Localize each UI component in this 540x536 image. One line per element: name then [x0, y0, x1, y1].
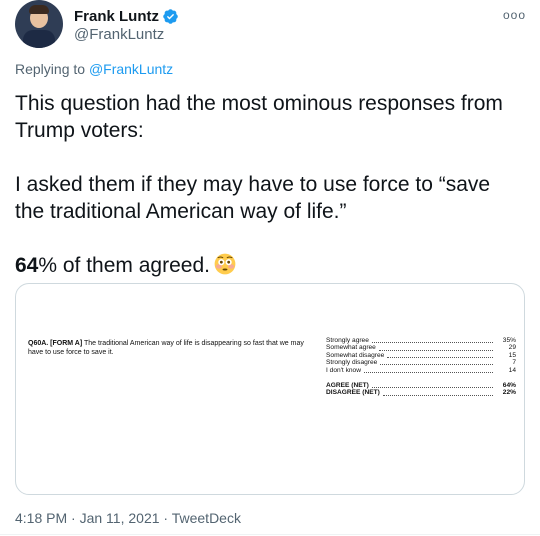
response-list: Strongly agree 35% Somewhat agree 29 Somew…: [326, 337, 516, 397]
verified-badge-icon: [163, 8, 178, 24]
question-text: Q60A. [FORM A] The traditional American …: [28, 339, 318, 357]
replying-to: Replying to @FrankLuntz: [15, 61, 173, 77]
footer-separator: ·: [71, 510, 76, 526]
tweet-paragraph-2: I asked them if they may have to use for…: [15, 173, 491, 223]
response-row: Strongly disagree 7: [326, 359, 516, 367]
replying-prefix: Replying to: [15, 61, 86, 77]
author-handle[interactable]: @FrankLuntz: [74, 26, 164, 43]
footer-separator: ·: [163, 510, 169, 526]
stat-rest: % of them agreed.: [38, 254, 210, 277]
response-row: I don't know 14: [326, 366, 516, 374]
tweet-paragraph-3: 64% of them agreed.: [15, 252, 525, 279]
net-row-agree: AGREE (NET) 64%: [326, 381, 516, 389]
flushed-face-emoji-icon: [214, 253, 236, 275]
question-label: Q60A. [FORM A]: [28, 340, 83, 347]
tweet-time[interactable]: 4:18 PM: [15, 510, 67, 526]
tweet-footer: 4:18 PM · Jan 11, 2021 · TweetDeck: [15, 510, 241, 526]
author-name-row[interactable]: Frank Luntz: [74, 6, 179, 26]
tweet: Frank Luntz @FrankLuntz ooo Replying to …: [0, 0, 540, 536]
more-options-icon[interactable]: ooo: [503, 8, 526, 22]
tweet-text: This question had the most ominous respo…: [15, 90, 525, 279]
survey-image-card[interactable]: Q60A. [FORM A] The traditional American …: [15, 283, 525, 495]
author-display-name[interactable]: Frank Luntz: [74, 8, 159, 25]
divider: [0, 534, 540, 535]
tweet-date[interactable]: Jan 11, 2021: [80, 510, 160, 526]
response-row: Strongly agree 35%: [326, 337, 516, 344]
stat-number: 64: [15, 254, 39, 277]
response-row: Somewhat disagree 15: [326, 351, 516, 359]
replying-to-link[interactable]: @FrankLuntz: [89, 61, 173, 77]
response-row: Somewhat agree 29: [326, 344, 516, 352]
tweet-paragraph-1: This question had the most ominous respo…: [15, 92, 503, 142]
tweet-source[interactable]: TweetDeck: [172, 510, 241, 526]
avatar[interactable]: [15, 0, 63, 48]
net-row-disagree: DISAGREE (NET) 22%: [326, 389, 516, 397]
